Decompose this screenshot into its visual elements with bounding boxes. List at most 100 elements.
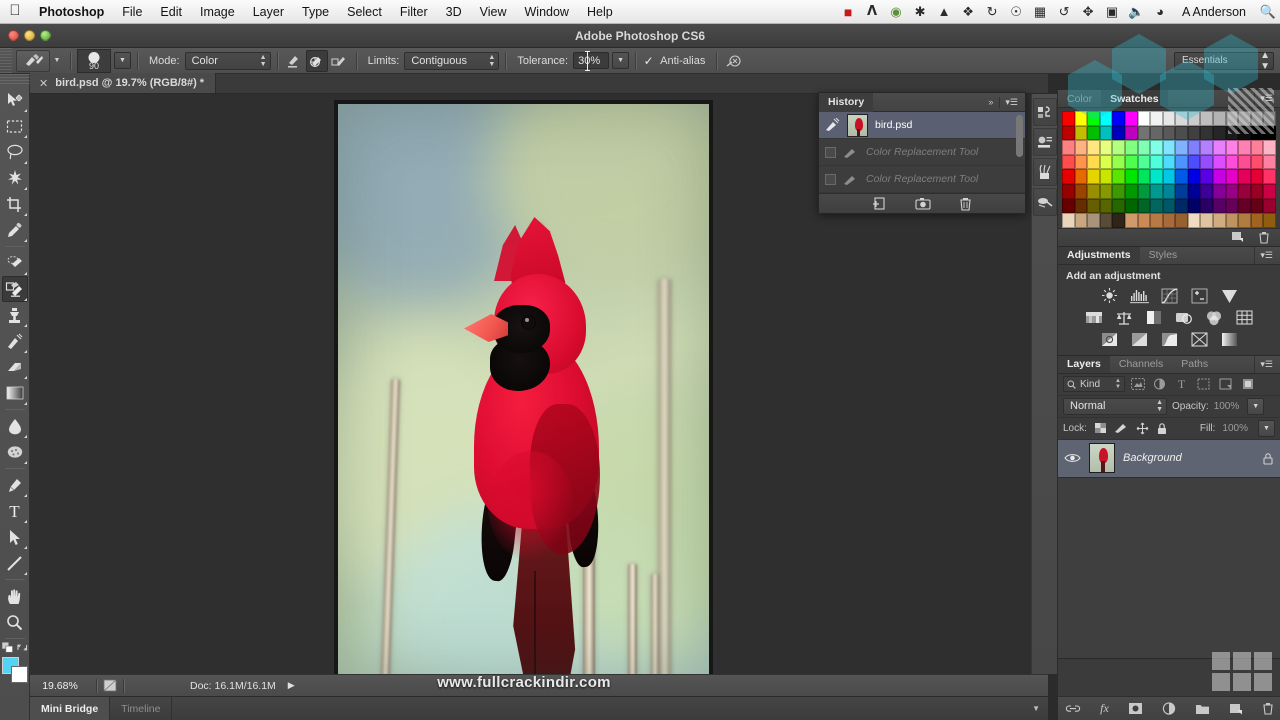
filter-smart-object-icon[interactable] (1216, 376, 1235, 393)
color-swatch[interactable] (1200, 213, 1214, 228)
line-tool-icon[interactable] (2, 550, 28, 576)
color-swatch[interactable] (1200, 111, 1214, 126)
color-swatch[interactable] (1112, 154, 1125, 170)
bottom-panel-chevron-down-icon[interactable]: ▼ (1032, 704, 1048, 713)
exposure-icon[interactable] (1189, 287, 1209, 305)
color-replacement-tool-icon[interactable] (16, 49, 50, 72)
color-swatch[interactable] (1187, 140, 1201, 155)
filter-adjustment-icon[interactable] (1150, 376, 1169, 393)
blur-tool-icon[interactable] (2, 413, 28, 439)
filter-shape-icon[interactable] (1194, 376, 1213, 393)
color-swatch[interactable] (1112, 140, 1125, 155)
swap-colors-icon[interactable] (17, 642, 28, 653)
color-swatch[interactable] (1150, 140, 1163, 155)
color-swatch[interactable] (1162, 125, 1176, 141)
color-swatch[interactable] (1213, 183, 1226, 199)
color-swatch[interactable] (1213, 125, 1226, 141)
color-swatch[interactable] (1137, 111, 1151, 126)
color-swatch[interactable] (1137, 198, 1151, 214)
lock-all-icon[interactable] (1156, 422, 1168, 435)
history-dock-icon[interactable] (1032, 98, 1057, 126)
history-state-row[interactable]: Color Replacement Tool (819, 166, 1025, 193)
menu-image[interactable]: Image (191, 0, 244, 24)
levels-icon[interactable] (1129, 287, 1149, 305)
color-swatch[interactable] (1112, 198, 1125, 214)
color-swatch[interactable] (1238, 111, 1251, 126)
color-swatch[interactable] (1187, 183, 1201, 199)
menu-window[interactable]: Window (516, 0, 578, 24)
opacity-value[interactable]: 100% (1214, 401, 1240, 412)
color-swatch[interactable] (1062, 140, 1075, 155)
color-swatch[interactable] (1187, 169, 1201, 184)
color-swatch[interactable] (1175, 140, 1188, 155)
color-balance-icon[interactable] (1114, 309, 1134, 327)
menu-file[interactable]: File (113, 0, 151, 24)
lock-image-pixels-icon[interactable] (1114, 422, 1129, 434)
spot-healing-brush-tool-icon[interactable] (2, 250, 28, 276)
sync-icon[interactable]: ↻ (980, 0, 1004, 24)
panel-menu-icon[interactable]: ▾☰ (1254, 246, 1280, 264)
color-swatch[interactable] (1250, 154, 1264, 170)
layer-row-background[interactable]: Background (1058, 439, 1280, 478)
image-canvas[interactable] (338, 104, 709, 674)
volume-icon[interactable]: 🔈 (1124, 0, 1148, 24)
clock-icon[interactable]: ◕ (1148, 0, 1172, 24)
filter-type-icon[interactable]: T (1172, 376, 1191, 393)
hue-saturation-icon[interactable] (1084, 309, 1104, 327)
color-swatch[interactable] (1062, 213, 1075, 228)
color-swatch[interactable] (1187, 125, 1201, 141)
color-swatch[interactable] (1112, 213, 1125, 228)
opacity-chevron-down-icon[interactable]: ▼ (1247, 397, 1265, 415)
tab-styles[interactable]: Styles (1140, 247, 1187, 264)
color-swatch[interactable] (1087, 140, 1100, 155)
color-swatch[interactable] (1263, 154, 1276, 170)
color-swatch[interactable] (1250, 198, 1264, 214)
film-icon[interactable]: ■ (836, 0, 860, 24)
bell-icon[interactable]: ▲ (932, 0, 956, 24)
color-swatch[interactable] (1124, 183, 1138, 199)
mac-user-name[interactable]: A Anderson (1172, 5, 1256, 19)
color-swatch[interactable] (1250, 183, 1264, 199)
color-swatch[interactable] (1250, 125, 1264, 141)
hand-tool-icon[interactable] (2, 583, 28, 609)
swatch-grid[interactable] (1058, 108, 1280, 228)
rectangular-marquee-tool-icon[interactable] (2, 113, 28, 139)
zoom-tool-icon[interactable] (2, 609, 28, 635)
color-swatch[interactable] (1250, 111, 1264, 126)
color-swatch[interactable] (1263, 111, 1276, 126)
color-swatch[interactable] (1225, 183, 1239, 199)
curves-icon[interactable] (1159, 287, 1179, 305)
sampling-background-swatch-icon[interactable] (328, 50, 350, 72)
color-swatch[interactable] (1074, 154, 1088, 170)
color-swatch[interactable] (1137, 154, 1151, 170)
color-swatch[interactable] (1074, 140, 1088, 155)
selective-color-icon[interactable] (1189, 331, 1209, 349)
add-layer-mask-icon[interactable] (1128, 702, 1143, 715)
color-swatch[interactable] (1225, 125, 1239, 141)
sampling-continuous-icon[interactable] (284, 50, 306, 72)
color-swatch[interactable] (1250, 140, 1264, 155)
color-swatch[interactable] (1225, 169, 1239, 184)
asterisk-icon[interactable]: ✱ (908, 0, 932, 24)
history-snapshot-checkbox[interactable] (825, 146, 836, 158)
tab-layers[interactable]: Layers (1058, 355, 1110, 373)
layer-thumbnail[interactable] (1089, 443, 1115, 474)
color-swatch[interactable] (1263, 183, 1276, 199)
color-swatch[interactable] (1238, 154, 1251, 170)
layer-filter-kind-select[interactable]: Kind ▲ ▼ (1063, 376, 1125, 393)
dropbox-icon[interactable]: ❖ (956, 0, 980, 24)
color-swatch[interactable] (1162, 140, 1176, 155)
gradient-tool-icon[interactable] (2, 380, 28, 406)
path-selection-tool-icon[interactable] (2, 524, 28, 550)
new-group-icon[interactable] (1195, 703, 1210, 715)
brush-preset-picker[interactable]: 90 (77, 48, 111, 73)
gradient-map-icon[interactable] (1219, 331, 1239, 349)
color-swatch[interactable] (1238, 183, 1251, 199)
menu-view[interactable]: View (471, 0, 516, 24)
color-swatch[interactable] (1099, 125, 1113, 141)
color-swatch[interactable] (1124, 154, 1138, 170)
anti-alias-checkbox[interactable]: ✓ (642, 54, 655, 68)
color-swatch[interactable] (1099, 169, 1113, 184)
color-swatch[interactable] (1200, 169, 1214, 184)
color-swatch[interactable] (1074, 183, 1088, 199)
